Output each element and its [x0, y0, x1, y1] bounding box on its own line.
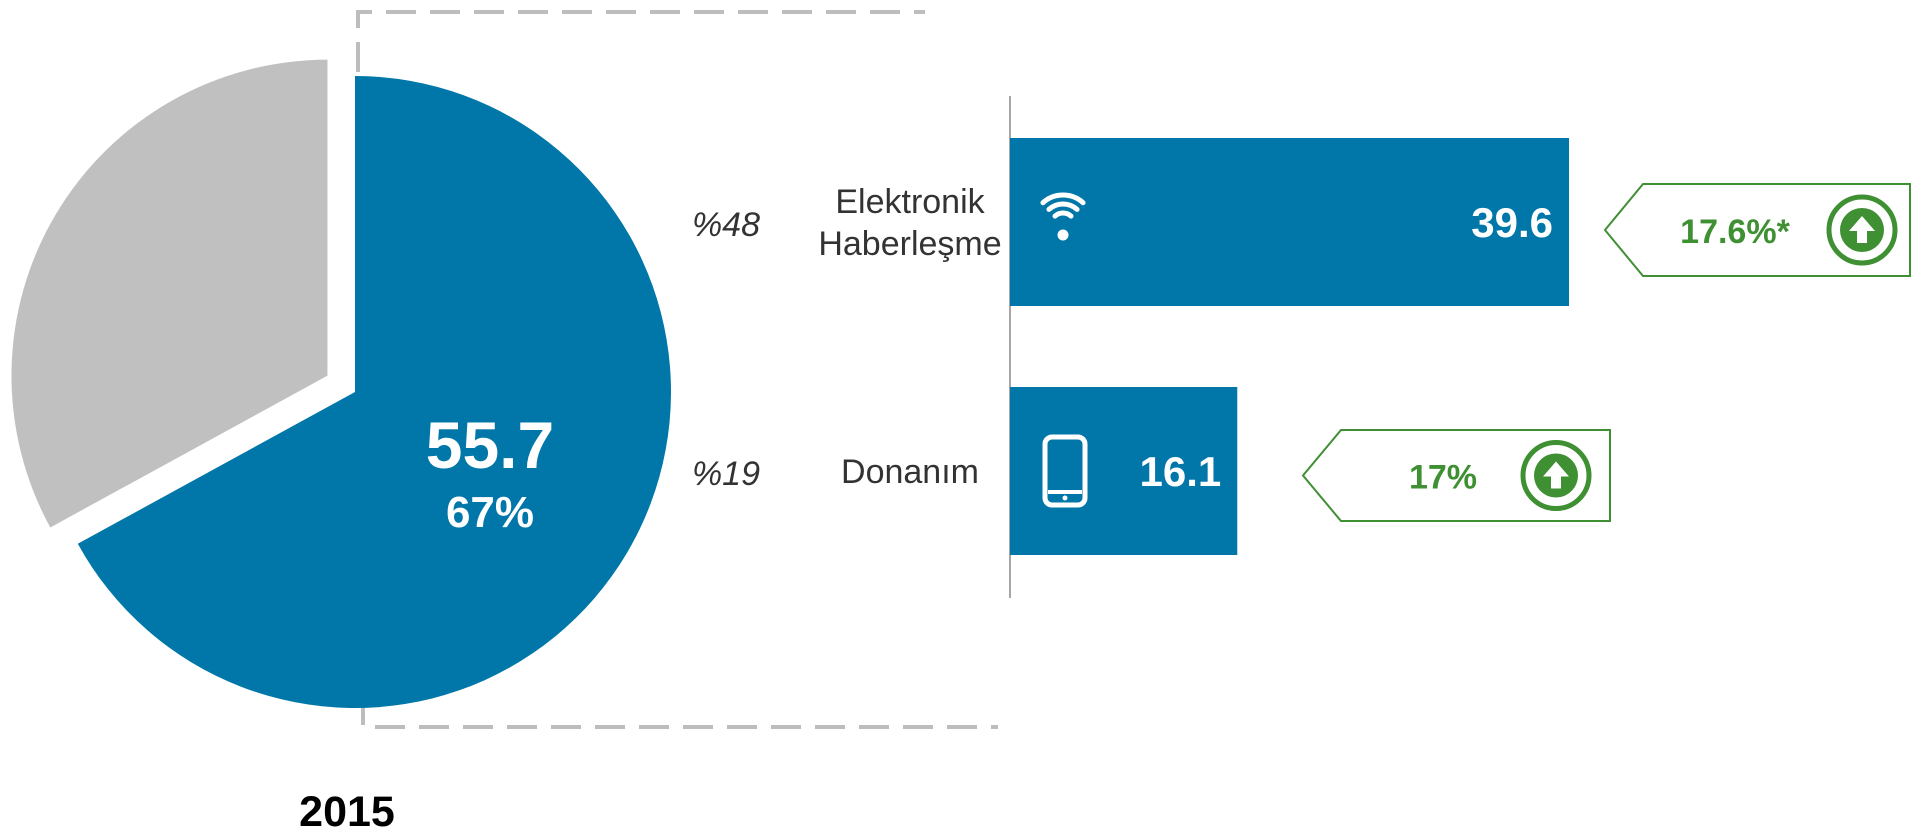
category-label: Haberleşme: [818, 225, 1001, 263]
growth-tag-1: 17.6%*: [1603, 183, 1911, 277]
category-label: Donanım: [841, 453, 979, 491]
share-label: %48: [692, 206, 760, 244]
pie-percent-label: 67%: [446, 488, 534, 537]
bar-chart: 39.6 %48 Elektronik Haberleşme 16.1 %19 Donanı…: [692, 96, 1911, 598]
pie-value-label: 55.7: [426, 408, 554, 482]
category-label: Elektronik: [835, 183, 985, 221]
chart-canvas: 55.7 67% 39.6 %48 Elektronik Haberleşme 16.1%…: [11, 10, 1911, 836]
share-label: %19: [692, 455, 760, 493]
year-label: 2015: [299, 788, 395, 836]
bar-row-1: 39.6 %48 Elektronik Haberleşme: [692, 138, 1569, 306]
pie-chart: 55.7 67%: [11, 59, 672, 708]
growth-label: 17%: [1409, 459, 1477, 497]
arrow-up-circle-icon: [1826, 194, 1898, 266]
bar-row-2: 16.1 %19 Donanım: [692, 387, 1238, 555]
phone-home-button: [1062, 495, 1068, 501]
growth-label: 17.6%*: [1680, 213, 1790, 251]
bracket-bottom-line: [361, 695, 998, 729]
growth-tag-2: 17%: [1301, 429, 1611, 522]
bar-value-label: 16.1: [1140, 448, 1222, 495]
wifi-dot: [1057, 229, 1069, 241]
arrow-up-circle-icon: [1520, 440, 1592, 511]
bracket-top-line: [356, 10, 925, 72]
bar-value-label: 39.6: [1471, 199, 1553, 246]
